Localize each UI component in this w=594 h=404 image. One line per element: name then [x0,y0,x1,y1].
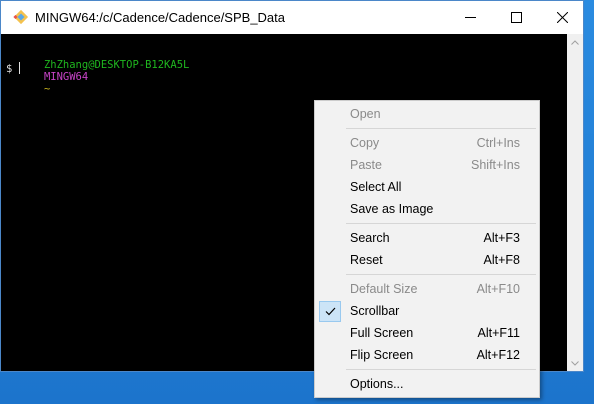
menu-item-copy[interactable]: Copy Ctrl+Ins [317,133,537,154]
menu-item-save-as-image[interactable]: Save as Image [317,199,537,220]
menu-item-default-size[interactable]: Default Size Alt+F10 [317,279,537,300]
prompt-user: ZhZhang@DESKTOP-B12KA5L [43,59,190,71]
menu-item-label: Paste [350,158,382,172]
input-line[interactable]: $ [6,62,20,75]
menu-separator [346,369,536,370]
menu-item-label: Reset [350,253,383,267]
menu-item-open[interactable]: Open [317,104,537,125]
menu-item-shortcut: Alt+F11 [477,326,521,340]
menu-separator [346,274,536,275]
menu-item-select-all[interactable]: Select All [317,177,537,198]
menu-item-label: Scrollbar [350,304,400,318]
menu-item-shortcut: Alt+F8 [483,253,520,267]
checkmark-icon [319,301,341,322]
close-icon [556,12,568,23]
prompt-line: ZhZhang@DESKTOP-B12KA5L MINGW64 ~ [6,47,189,107]
menu-item-label: Default Size [350,282,418,296]
minimize-button[interactable] [447,1,493,34]
menu-item-shortcut: Alt+F3 [483,231,520,245]
menu-separator [346,223,536,224]
menu-item-label: Flip Screen [350,348,414,362]
menu-item-label: Open [350,107,381,121]
maximize-icon [510,12,522,23]
menu-item-label: Save as Image [350,202,434,216]
cursor [18,62,20,74]
title-bar[interactable]: MINGW64:/c/Cadence/Cadence/SPB_Data [1,1,583,34]
menu-item-label: Search [350,231,390,245]
menu-item-label: Options... [350,377,404,391]
vertical-scrollbar[interactable] [567,34,583,371]
menu-item-reset[interactable]: Reset Alt+F8 [317,250,537,271]
menu-item-paste[interactable]: Paste Shift+Ins [317,155,537,176]
prompt-env: MINGW64 [43,71,89,83]
menu-item-options[interactable]: Options... [317,374,537,395]
menu-item-label: Full Screen [350,326,414,340]
minimize-icon [464,17,476,18]
scroll-down-arrow-icon[interactable] [567,355,583,371]
menu-item-search[interactable]: Search Alt+F3 [317,228,537,249]
maximize-button[interactable] [493,1,539,34]
scroll-up-arrow-icon[interactable] [567,34,583,50]
menu-item-shortcut: Alt+F10 [476,282,520,296]
menu-item-label: Select All [350,180,402,194]
menu-item-scrollbar[interactable]: Scrollbar [317,301,537,322]
menu-item-shortcut: Ctrl+Ins [476,136,520,150]
menu-item-label: Copy [350,136,380,150]
window-title: MINGW64:/c/Cadence/Cadence/SPB_Data [35,10,286,25]
menu-item-flip-screen[interactable]: Flip Screen Alt+F12 [317,345,537,366]
close-button[interactable] [539,1,585,34]
git-bash-icon [13,9,29,25]
menu-item-full-screen[interactable]: Full Screen Alt+F11 [317,323,537,344]
context-menu: Open Copy Ctrl+Ins Paste Shift+Ins Selec… [314,100,540,398]
prompt-path: ~ [43,83,51,95]
menu-separator [346,128,536,129]
prompt-symbol: $ [6,63,13,75]
menu-item-shortcut: Shift+Ins [471,158,520,172]
menu-item-shortcut: Alt+F12 [476,348,520,362]
